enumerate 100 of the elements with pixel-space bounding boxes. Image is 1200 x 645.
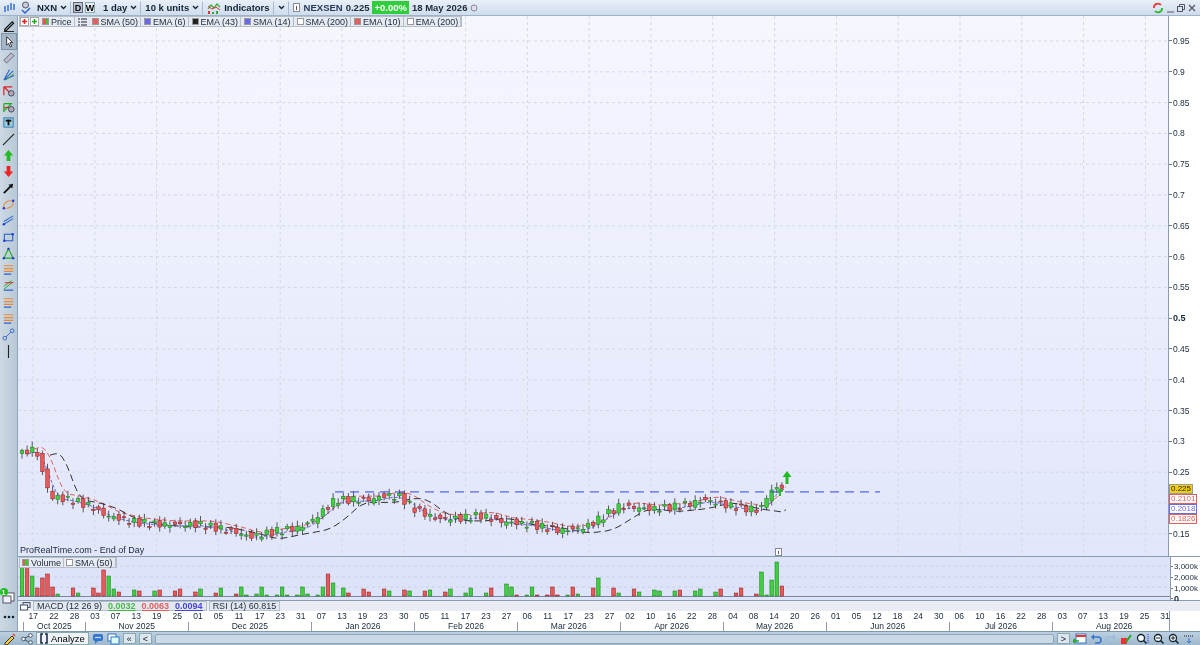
first-page-button[interactable]: « <box>122 633 136 644</box>
axis-label: 0.55 <box>1169 271 1200 303</box>
date-label: 08 <box>747 611 760 622</box>
axis-label: 0.9 <box>1169 56 1200 88</box>
date-label: 13 <box>336 611 348 622</box>
axis-label: 0.8 <box>1169 118 1200 149</box>
date-label: 23 <box>377 611 389 622</box>
axis-label: 0.5 <box>1169 302 1200 334</box>
date-label: 28 <box>1035 611 1048 622</box>
date-label: 27 <box>603 611 616 622</box>
date-label: 22 <box>48 611 60 622</box>
date-label: 17 <box>562 611 575 622</box>
date-label: 07 <box>315 611 328 622</box>
date-label: 07 <box>1077 611 1089 622</box>
date-label: 14 <box>768 611 780 622</box>
last-price: 0.225 <box>345 2 370 13</box>
date-label: 30 <box>933 611 945 622</box>
date-label: 26 <box>809 611 821 622</box>
axis-label: 0.75 <box>1169 148 1200 180</box>
date-label: 17 <box>253 611 266 622</box>
axis-label: 1,000k <box>1171 583 1200 594</box>
quote-date: 18 May 2026 <box>411 2 468 13</box>
legend-item[interactable]: EMA (200) <box>404 16 462 27</box>
date-label: 05 <box>212 611 225 622</box>
date-label: 22 <box>686 611 698 622</box>
date-label: 27 <box>500 611 513 622</box>
data-source-label: ProRealTime.com - End of Day <box>20 545 145 555</box>
date-label: 11 <box>233 611 245 622</box>
date-label: 12 <box>871 611 883 622</box>
date-label: 07 <box>109 611 122 622</box>
date-label: 03 <box>89 611 101 622</box>
date-label: 13 <box>1097 611 1110 622</box>
date-label: 19 <box>151 611 163 622</box>
date-label: 24 <box>912 611 924 622</box>
date-label: 19 <box>1118 611 1130 622</box>
date-label: 11 <box>439 611 451 622</box>
date-label: 23 <box>583 611 595 622</box>
date-label: 01 <box>192 611 204 622</box>
date-label: 16 <box>665 611 677 622</box>
legend-item[interactable]: SMA (50) <box>64 558 116 567</box>
date-label: 25 <box>171 611 184 622</box>
date-label: 22 <box>1015 611 1027 622</box>
next-button[interactable]: > <box>1056 633 1070 644</box>
date-label: 28 <box>68 611 81 622</box>
axis-label: 3,000k <box>1171 561 1200 572</box>
date-label: 30 <box>397 611 410 622</box>
legend-item[interactable]: SMA (14) <box>242 16 294 27</box>
legend-item[interactable]: EMA (10) <box>352 16 404 27</box>
date-label: 02 <box>624 611 636 622</box>
legend-item[interactable]: Price <box>40 16 75 27</box>
date-label: 10 <box>974 611 985 622</box>
date-label: 31 <box>295 611 307 622</box>
date-label: 05 <box>418 611 430 622</box>
legend-item[interactable]: SMA (200) <box>294 16 352 27</box>
axis-label: 0.3 <box>1169 425 1200 457</box>
axis-label: 0.85 <box>1169 87 1200 118</box>
date-label: 17 <box>27 611 39 622</box>
units-dropdown[interactable]: 10 k units <box>141 0 204 15</box>
period-button[interactable]: D <box>73 2 84 13</box>
interval-dropdown[interactable]: 1 day <box>99 0 142 15</box>
date-label: 18 <box>891 611 904 622</box>
date-label: 04 <box>727 611 739 622</box>
date-label: 16 <box>995 611 1007 622</box>
axis-label: 0.45 <box>1169 333 1200 365</box>
date-label: 23 <box>274 611 286 622</box>
legend-item[interactable]: SMA (50) <box>89 16 142 27</box>
indicator-value: 0.0063 <box>141 601 170 611</box>
price-marker: 0.225 <box>1169 483 1194 494</box>
date-label: 10 <box>644 611 657 622</box>
date-label: 20 <box>788 611 801 622</box>
indicators-button[interactable]: Indicators <box>203 0 274 15</box>
axis-label: 0.65 <box>1169 210 1200 242</box>
date-label: 11 <box>542 611 554 622</box>
date-label: 01 <box>830 611 842 622</box>
date-label: 03 <box>1056 611 1068 622</box>
axis-label: 0.6 <box>1169 241 1200 272</box>
period-button[interactable]: W <box>85 2 96 13</box>
date-label: 19 <box>356 611 369 622</box>
date-label: 06 <box>953 611 966 622</box>
axis-label: 0.7 <box>1169 179 1200 211</box>
date-label: 05 <box>850 611 863 622</box>
previous-button[interactable]: < <box>138 633 153 644</box>
date-label: 25 <box>1138 611 1151 622</box>
price-marker: 0.2018 <box>1169 503 1198 514</box>
date-label: 28 <box>706 611 719 622</box>
axis-label: 2,000k <box>1171 572 1200 583</box>
date-label: 13 <box>130 611 142 622</box>
indicator-value: 0.0032 <box>108 601 136 611</box>
instrument-name: NEXSEN <box>303 2 343 13</box>
legend-item[interactable]: EMA (43) <box>189 16 242 27</box>
symbol-dropdown[interactable]: NXN <box>33 0 72 15</box>
legend-item[interactable]: EMA (6) <box>142 16 189 27</box>
legend-item[interactable]: Volume <box>20 558 65 567</box>
analyze-button[interactable]: Analyze <box>36 632 89 645</box>
axis-label: 0.35 <box>1169 395 1200 426</box>
date-label: 23 <box>480 611 492 622</box>
date-label: 17 <box>459 611 472 622</box>
price-marker: 0.2101 <box>1169 493 1198 504</box>
indicator-value: 0.0094 <box>175 601 203 611</box>
date-label: 06 <box>521 611 533 622</box>
